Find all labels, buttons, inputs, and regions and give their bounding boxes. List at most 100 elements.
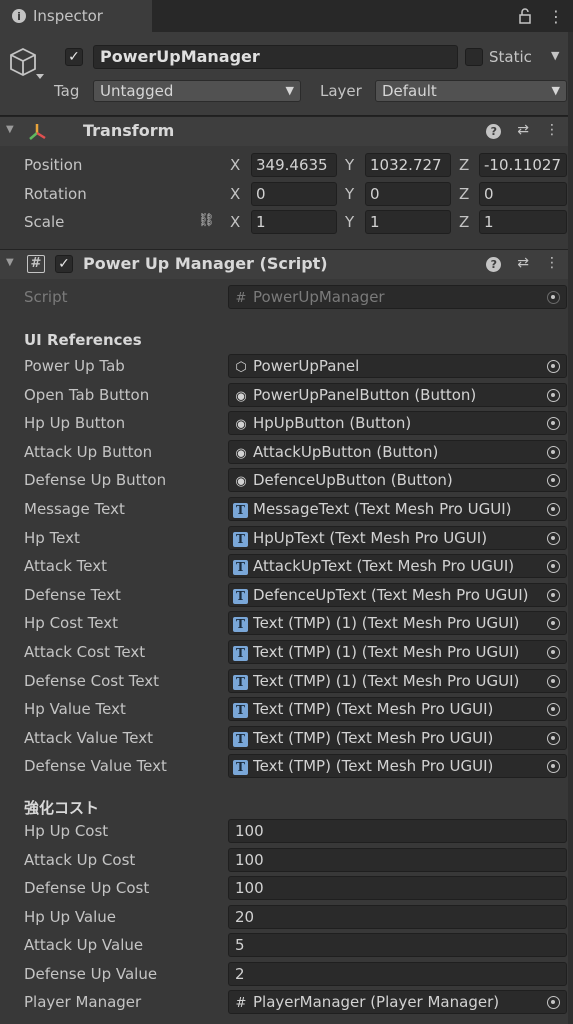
object-picker-icon[interactable] — [540, 498, 566, 520]
field-value: AttackUpText (Text Mesh Pro UGUI) — [253, 557, 515, 575]
constrain-proportions-link-icon[interactable]: ⛓ — [198, 213, 215, 228]
object-reference-field[interactable]: T Text (TMP) (Text Mesh Pro UGUI) — [228, 726, 567, 750]
field-label: Defense Text — [24, 586, 121, 604]
object-reference-field[interactable]: T Text (TMP) (1) (Text Mesh Pro UGUI) — [228, 669, 567, 693]
field-label: Defense Cost Text — [24, 672, 160, 690]
scale-z-axis[interactable]: Z — [459, 213, 469, 231]
field-label: Message Text — [24, 500, 125, 518]
object-picker-icon[interactable] — [540, 584, 566, 606]
script-label: Script — [24, 288, 68, 306]
script-component-header[interactable]: ▼ # ✓ Power Up Manager (Script) ? ⇄ ⋮ — [0, 249, 573, 279]
transform-title: Transform — [83, 121, 175, 140]
object-picker-icon[interactable] — [540, 698, 566, 720]
kebab-menu-icon[interactable]: ⋮ — [545, 122, 559, 139]
scale-z-input[interactable]: 1 — [479, 210, 567, 234]
gameobject-cube-icon[interactable] — [8, 46, 44, 90]
object-picker-icon[interactable] — [540, 469, 566, 491]
object-picker-icon[interactable] — [540, 991, 566, 1013]
scrollbar[interactable] — [568, 32, 573, 1024]
kebab-menu-icon[interactable]: ⋮ — [548, 0, 564, 32]
tab-inspector[interactable]: i Inspector — [0, 0, 152, 32]
object-reference-field[interactable]: T DefenceUpText (Text Mesh Pro UGUI) — [228, 583, 567, 607]
object-picker-icon[interactable] — [540, 441, 566, 463]
object-picker-icon[interactable] — [540, 641, 566, 663]
kebab-menu-icon[interactable]: ⋮ — [545, 255, 559, 272]
object-reference-field[interactable]: ◉ DefenceUpButton (Button) — [228, 468, 567, 492]
position-x-input[interactable]: 349.4635 — [251, 153, 337, 177]
player-manager-label: Player Manager — [24, 993, 142, 1011]
object-reference-field[interactable]: ◉ HpUpButton (Button) — [228, 411, 567, 435]
object-picker-icon[interactable] — [540, 555, 566, 577]
object-reference-field[interactable]: T Text (TMP) (1) (Text Mesh Pro UGUI) — [228, 611, 567, 635]
object-picker-icon[interactable] — [540, 355, 566, 377]
value-input[interactable]: 100 — [228, 819, 567, 843]
scale-x-input[interactable]: 1 — [251, 210, 337, 234]
help-icon[interactable]: ? — [486, 124, 502, 139]
scale-x-axis[interactable]: X — [230, 213, 240, 231]
value-label: Defense Up Cost — [24, 879, 150, 897]
value-input[interactable]: 100 — [228, 876, 567, 900]
object-picker-icon[interactable] — [540, 527, 566, 549]
value-input[interactable]: 5 — [228, 933, 567, 957]
layer-dropdown[interactable]: Default ▼ — [375, 80, 567, 102]
object-picker-icon[interactable] — [540, 727, 566, 749]
inspector-tab-bar: i Inspector ⋮ — [0, 0, 573, 32]
script-hash-icon: # — [235, 996, 247, 1011]
object-reference-field[interactable]: T Text (TMP) (Text Mesh Pro UGUI) — [228, 754, 567, 778]
object-picker-icon[interactable] — [540, 612, 566, 634]
help-icon[interactable]: ? — [486, 257, 502, 272]
static-checkbox[interactable] — [465, 48, 483, 66]
scale-label: Scale — [24, 213, 65, 231]
value-input[interactable]: 20 — [228, 905, 567, 929]
rotation-y-axis[interactable]: Y — [345, 185, 354, 203]
object-picker-icon[interactable] — [540, 670, 566, 692]
static-dropdown-icon[interactable]: ▼ — [551, 49, 559, 62]
object-picker-icon[interactable] — [540, 384, 566, 406]
object-reference-field[interactable]: T AttackUpText (Text Mesh Pro UGUI) — [228, 554, 567, 578]
object-reference-field[interactable]: T MessageText (Text Mesh Pro UGUI) — [228, 497, 567, 521]
position-x-axis[interactable]: X — [230, 156, 240, 174]
value-input[interactable]: 2 — [228, 962, 567, 986]
position-z-input[interactable]: -10.11027 — [479, 153, 567, 177]
rotation-x-axis[interactable]: X — [230, 185, 240, 203]
active-checkbox[interactable]: ✓ — [65, 48, 83, 66]
object-reference-field[interactable]: T Text (TMP) (1) (Text Mesh Pro UGUI) — [228, 640, 567, 664]
foldout-arrow-icon[interactable]: ▼ — [6, 124, 14, 135]
object-picker-icon[interactable] — [540, 755, 566, 777]
static-label: Static — [489, 48, 532, 66]
object-name-input[interactable]: PowerUpManager — [93, 45, 458, 69]
lock-icon[interactable] — [518, 0, 532, 32]
object-reference-field[interactable]: T Text (TMP) (Text Mesh Pro UGUI) — [228, 697, 567, 721]
rotation-y-input[interactable]: 0 — [365, 182, 451, 206]
position-y-input[interactable]: 1032.727 — [365, 153, 451, 177]
rotation-z-axis[interactable]: Z — [459, 185, 469, 203]
button-component-icon: ◉ — [235, 446, 247, 461]
object-reference-field[interactable]: T HpUpText (Text Mesh Pro UGUI) — [228, 526, 567, 550]
player-manager-field[interactable]: # PlayerManager (Player Manager) — [228, 990, 567, 1014]
field-label: Hp Text — [24, 529, 80, 547]
position-y-axis[interactable]: Y — [345, 156, 354, 174]
object-reference-field[interactable]: ◉ PowerUpPanelButton (Button) — [228, 383, 567, 407]
object-picker-icon — [540, 286, 566, 308]
rotation-label: Rotation — [24, 185, 87, 203]
scale-y-axis[interactable]: Y — [345, 213, 354, 231]
value-input[interactable]: 100 — [228, 848, 567, 872]
position-z-axis[interactable]: Z — [459, 156, 469, 174]
scale-y-input[interactable]: 1 — [365, 210, 451, 234]
object-reference-field[interactable]: ◉ AttackUpButton (Button) — [228, 440, 567, 464]
script-value: PowerUpManager — [253, 288, 385, 306]
preset-sliders-icon[interactable]: ⇄ — [517, 255, 529, 272]
object-reference-field[interactable]: ⬡ PowerUpPanel — [228, 354, 567, 378]
rotation-x-input[interactable]: 0 — [251, 182, 337, 206]
rotation-z-input[interactable]: 0 — [479, 182, 567, 206]
info-icon: i — [12, 9, 26, 23]
preset-sliders-icon[interactable]: ⇄ — [517, 122, 529, 139]
script-enabled-checkbox[interactable]: ✓ — [55, 255, 73, 273]
field-label: Attack Cost Text — [24, 643, 146, 661]
tag-dropdown[interactable]: Untagged ▼ — [93, 80, 301, 102]
transform-header[interactable]: ▼ Transform ? ⇄ ⋮ — [0, 116, 573, 146]
value-label: Hp Up Value — [24, 908, 117, 926]
object-picker-icon[interactable] — [540, 412, 566, 434]
textmeshpro-icon: T — [233, 532, 248, 547]
foldout-arrow-icon[interactable]: ▼ — [6, 257, 14, 268]
